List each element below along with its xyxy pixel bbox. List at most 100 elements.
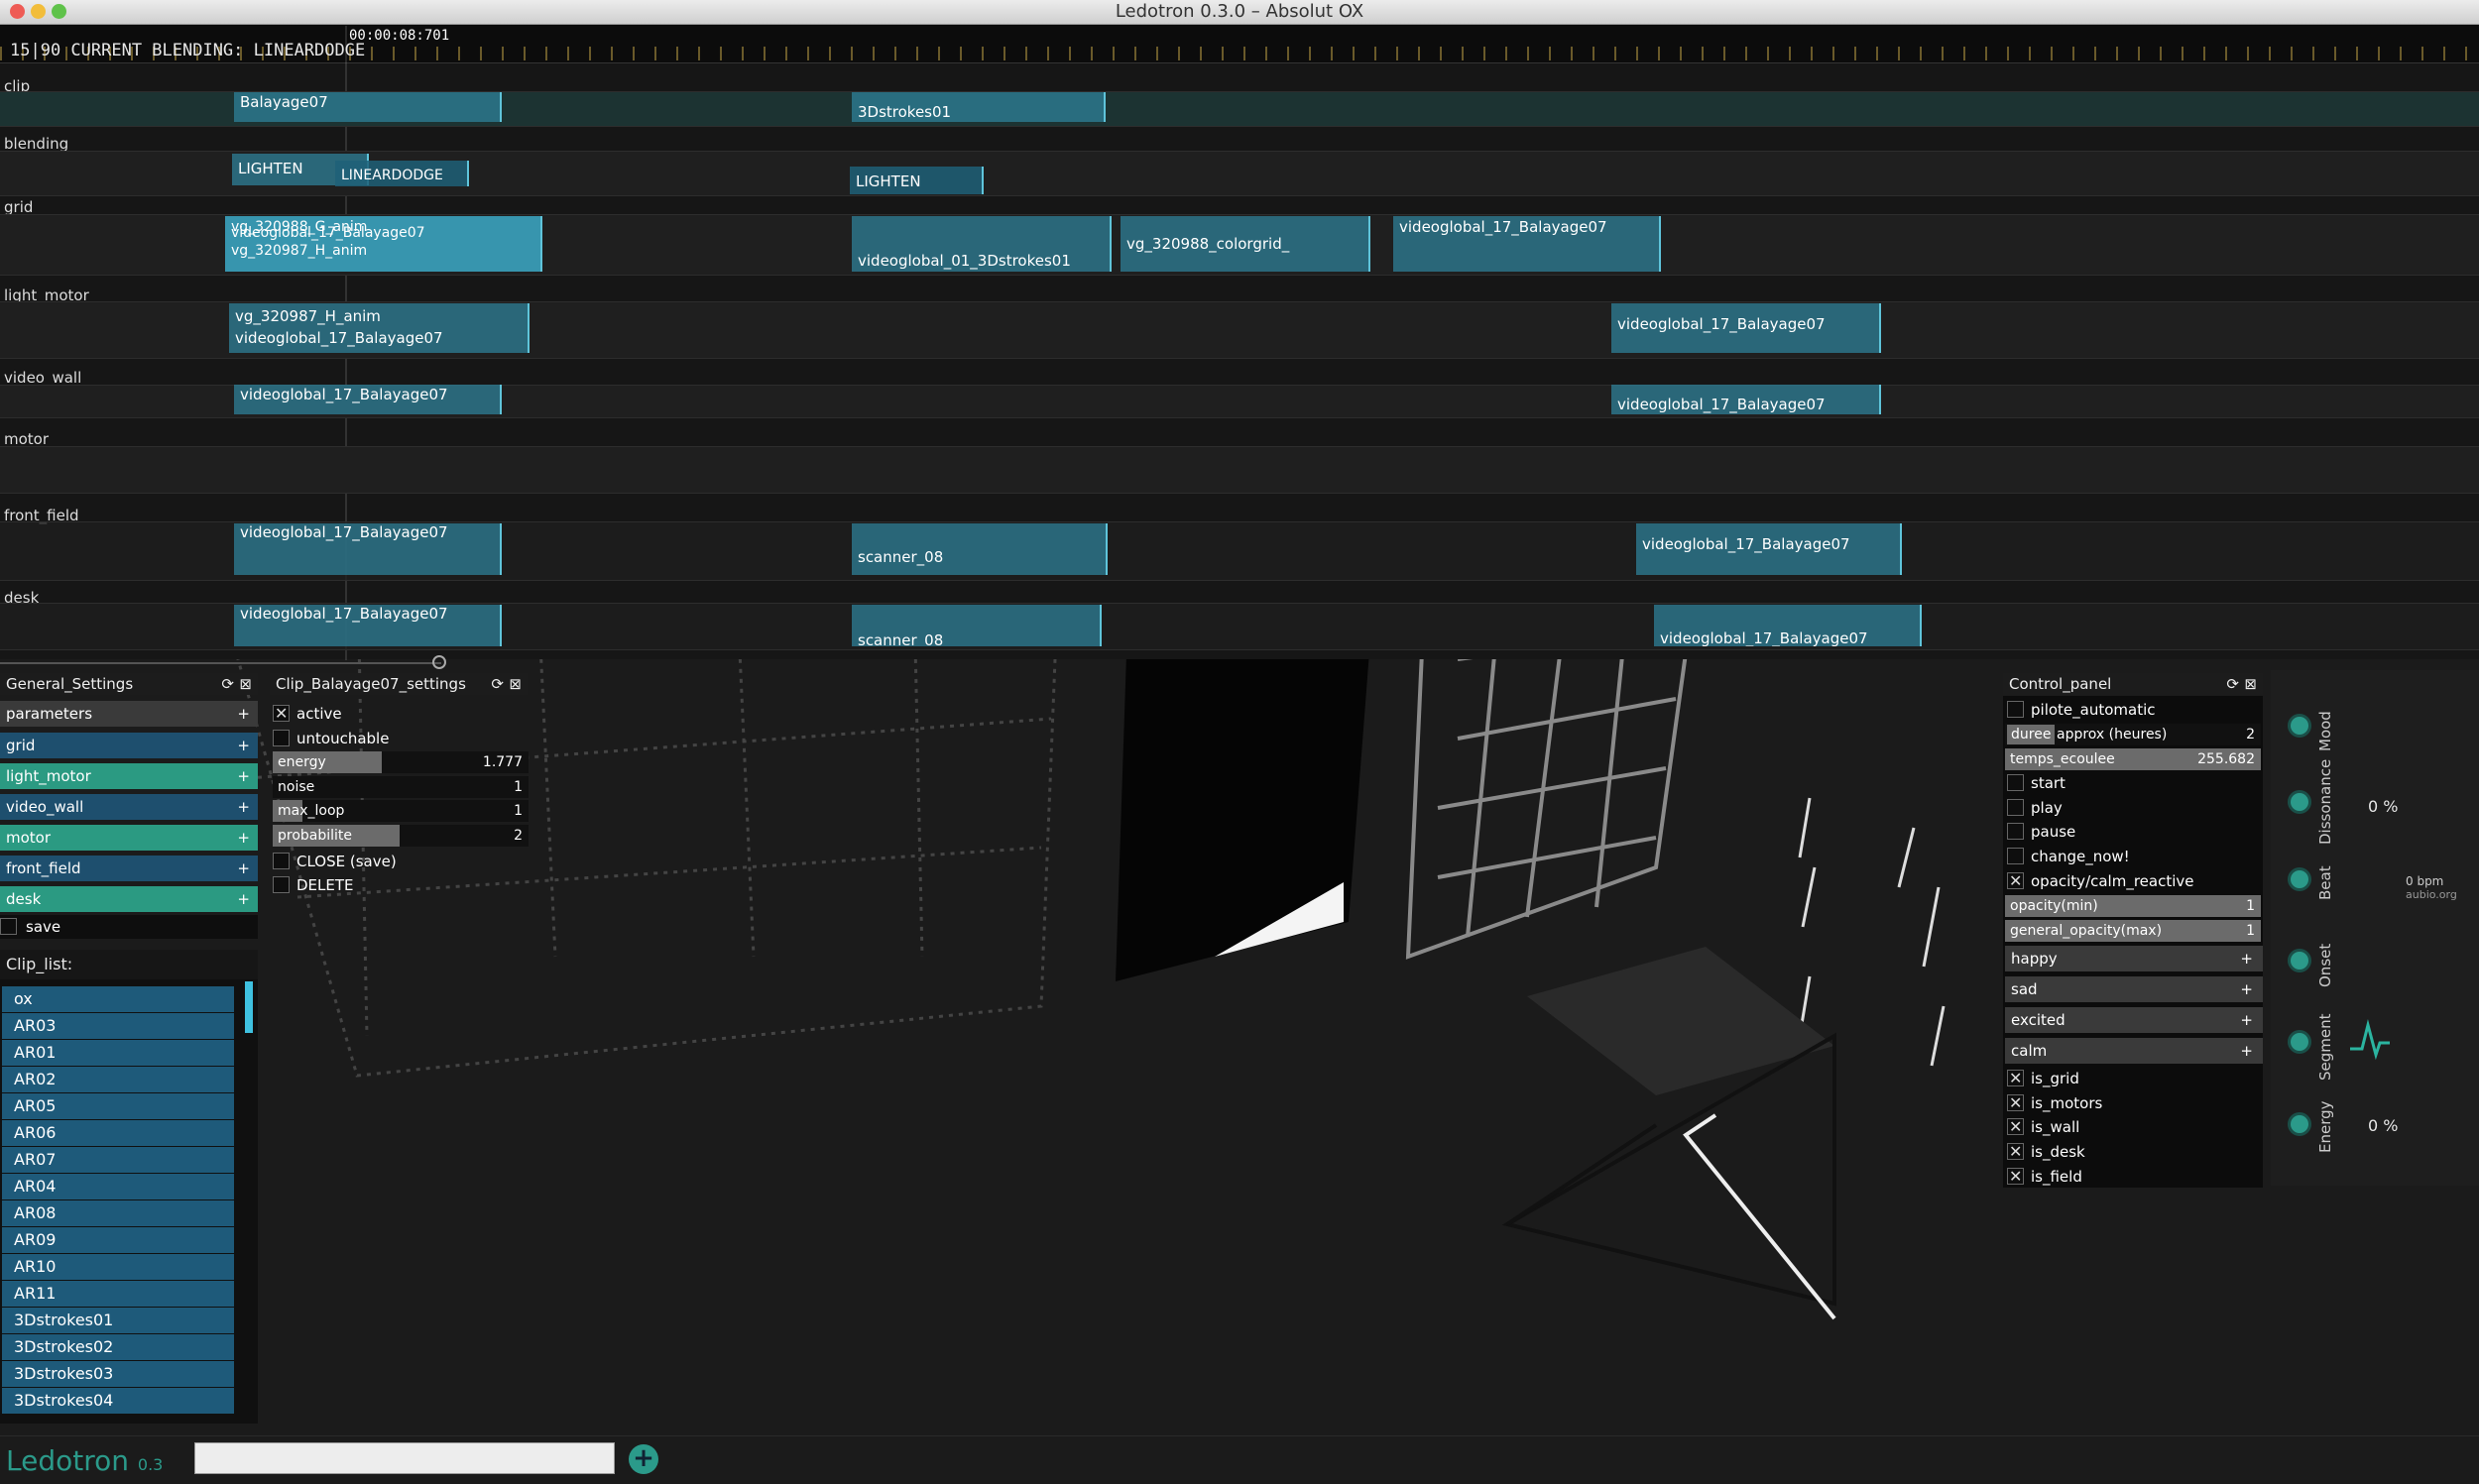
mood-group-sad[interactable]: sad + (2005, 976, 2263, 1002)
general-opacity-slider[interactable]: general_opacity(max) 1 (2005, 920, 2261, 942)
refresh-icon[interactable]: ⟳ (2226, 673, 2239, 695)
timeline-clip[interactable]: Balayage07 (234, 92, 502, 122)
timeline-clip[interactable]: vg_320987_H_anim videoglobal_17_Balayage… (229, 303, 530, 353)
timeline-clip[interactable]: scanner_08 (852, 605, 1102, 646)
mood-group-excited[interactable]: excited + (2005, 1007, 2263, 1033)
checkbox[interactable] (2007, 1091, 2024, 1115)
timeline-scroll-track[interactable] (0, 662, 441, 664)
checkbox[interactable] (2007, 1067, 2024, 1090)
clip-list-item[interactable]: 3Dstrokes01 (2, 1308, 234, 1333)
clip-list-item[interactable]: AR05 (2, 1093, 234, 1119)
clip-list-item[interactable]: AR11 (2, 1281, 234, 1307)
is-wall-toggle[interactable]: is_wall (2007, 1115, 2263, 1139)
timeline-clip[interactable]: scanner_08 (852, 523, 1108, 575)
refresh-icon[interactable]: ⟳ (221, 673, 234, 695)
refresh-icon[interactable]: ⟳ (491, 673, 504, 695)
command-input[interactable] (194, 1442, 615, 1474)
save-toggle[interactable]: save (0, 915, 258, 939)
checkbox[interactable] (2007, 701, 2024, 718)
add-clip-button[interactable]: + (629, 1444, 658, 1474)
checkbox[interactable] (2007, 1115, 2024, 1139)
clip-list-item[interactable]: AR10 (2, 1254, 234, 1280)
close-icon[interactable]: ⊠ (509, 673, 522, 695)
timeline-clip[interactable]: vg_320988_colorgrid_ (1121, 216, 1370, 272)
max-loop-slider[interactable]: max_loop 1 (273, 800, 529, 822)
settings-group-desk[interactable]: desk + (0, 886, 258, 912)
checkbox[interactable] (2007, 848, 2024, 864)
checkbox[interactable] (2007, 823, 2024, 840)
timeline-clip[interactable]: videoglobal_17_Balayage07 (234, 385, 502, 414)
opacity-calm-reactive-toggle[interactable]: opacity/calm_reactive (2007, 869, 2263, 893)
checkbox[interactable] (273, 730, 290, 746)
clip-list-item[interactable]: AR02 (2, 1067, 234, 1092)
start-button[interactable]: start (2007, 771, 2263, 795)
close-save-button[interactable]: CLOSE (save) (273, 850, 531, 873)
clip-list-item[interactable]: 3Dstrokes03 (2, 1361, 234, 1387)
timeline-clip[interactable]: videoglobal_17_Balayage07 (234, 605, 502, 646)
clip-list-item[interactable]: AR01 (2, 1040, 234, 1066)
mood-group-calm[interactable]: calm + (2005, 1038, 2263, 1064)
settings-group-video-wall[interactable]: video_wall + (0, 794, 258, 820)
close-window-button[interactable] (10, 4, 25, 19)
is-grid-toggle[interactable]: is_grid (2007, 1067, 2263, 1090)
timeline-ruler[interactable]: 15|90 CURRENT BLENDING: LINEARDODGE 00:0… (0, 25, 2479, 63)
close-icon[interactable]: ⊠ (2244, 673, 2257, 695)
timeline-clip[interactable]: videoglobal_17_Balayage07 (234, 523, 502, 575)
checkbox[interactable] (2007, 869, 2024, 893)
noise-slider[interactable]: noise 1 (273, 776, 529, 798)
settings-group-front-field[interactable]: front_field + (0, 856, 258, 881)
clip-list-item[interactable]: 3Dstrokes02 (2, 1334, 234, 1360)
close-icon[interactable]: ⊠ (239, 673, 252, 695)
settings-group-parameters[interactable]: parameters + (0, 701, 258, 727)
active-toggle[interactable]: active (273, 702, 531, 726)
opacity-min-slider[interactable]: opacity(min) 1 (2005, 895, 2261, 917)
mood-group-happy[interactable]: happy + (2005, 946, 2263, 971)
delete-button[interactable]: DELETE (273, 873, 531, 897)
is-field-toggle[interactable]: is_field (2007, 1165, 2263, 1189)
settings-group-light-motor[interactable]: light_motor + (0, 763, 258, 789)
checkbox[interactable] (2007, 799, 2024, 816)
timeline-clip[interactable]: videoglobal_17_Balayage07 (1611, 385, 1881, 414)
checkbox[interactable] (2007, 774, 2024, 791)
timeline-clip[interactable]: LIGHTEN (850, 167, 984, 194)
clip-list-item[interactable]: AR07 (2, 1147, 234, 1173)
untouchable-toggle[interactable]: untouchable (273, 727, 531, 750)
is-motors-toggle[interactable]: is_motors (2007, 1091, 2263, 1115)
clip-list-item[interactable]: AR03 (2, 1013, 234, 1039)
timeline-clip[interactable]: videoglobal_17_Balayage07 (1636, 523, 1902, 575)
checkbox[interactable] (2007, 1140, 2024, 1164)
zoom-window-button[interactable] (52, 4, 66, 19)
minimize-window-button[interactable] (31, 4, 46, 19)
timeline-clip[interactable]: videoglobal_01_3Dstrokes01 (852, 216, 1112, 272)
duree-field[interactable]: duree approx (heures) 2 (2005, 724, 2261, 745)
clip-list-item[interactable]: ox (2, 986, 234, 1012)
track-lane-motor[interactable] (0, 446, 2479, 494)
timeline-clip[interactable]: 3Dstrokes01 (852, 92, 1106, 122)
clip-list-item[interactable]: AR04 (2, 1174, 234, 1199)
checkbox[interactable] (0, 918, 17, 935)
play-button[interactable]: play (2007, 796, 2263, 820)
probabilite-slider[interactable]: probabilite 2 (273, 825, 529, 847)
pilote-automatic-toggle[interactable]: pilote_automatic (2007, 698, 2263, 722)
checkbox[interactable] (273, 853, 290, 869)
checkbox[interactable] (2007, 1165, 2024, 1189)
checkbox[interactable] (273, 876, 290, 893)
timeline-clip[interactable]: LINEARDODGE (335, 161, 469, 186)
clip-list-item[interactable]: AR08 (2, 1200, 234, 1226)
change-now-button[interactable]: change_now! (2007, 845, 2263, 868)
settings-group-motor[interactable]: motor + (0, 825, 258, 851)
is-desk-toggle[interactable]: is_desk (2007, 1140, 2263, 1164)
settings-group-grid[interactable]: grid + (0, 733, 258, 758)
timeline-clip[interactable]: videoglobal_17_Balayage07 (1393, 216, 1661, 272)
timeline-zoom-handle[interactable] (432, 655, 446, 669)
clip-list-item[interactable]: 3Dstrokes04 (2, 1388, 234, 1414)
timeline-clip[interactable]: vg_320988_G_anim videoglobal_17_Balayage… (225, 216, 542, 272)
timeline-clip[interactable]: videoglobal_17_Balayage07 (1611, 303, 1881, 353)
clip-list-scrollbar[interactable] (245, 981, 253, 1033)
checkbox[interactable] (273, 702, 290, 726)
clip-list-item[interactable]: AR06 (2, 1120, 234, 1146)
energy-slider[interactable]: energy 1.777 (273, 751, 529, 773)
timeline-clip[interactable]: videoglobal_17_Balayage07 (1654, 605, 1922, 646)
clip-list-item[interactable]: AR09 (2, 1227, 234, 1253)
pause-button[interactable]: pause (2007, 820, 2263, 844)
